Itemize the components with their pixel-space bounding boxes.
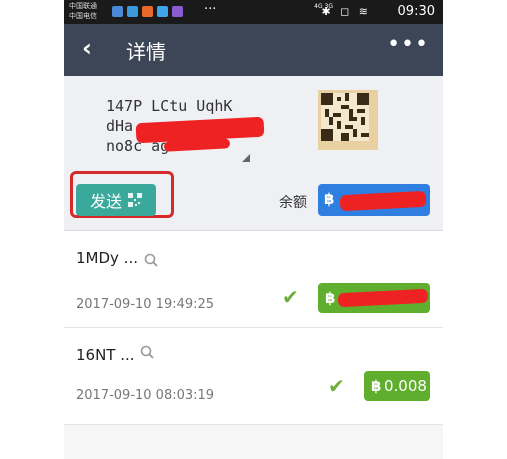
system-icons: ✱ ◻ ≋	[321, 5, 371, 18]
more-notifications: ···	[204, 2, 217, 17]
transaction-id: 16NT ...	[76, 346, 135, 364]
balance-label: 余额	[279, 195, 307, 211]
transaction-id: 1MDy ...	[76, 249, 138, 267]
send-button[interactable]: 发送	[76, 184, 156, 216]
search-icon[interactable]	[144, 253, 158, 267]
wallet-card: 147P LCtu UqhK dHa no8c agF 发送 余额 ฿	[64, 76, 443, 231]
address-line: 147P LCtu UqhK	[106, 97, 233, 115]
carrier-labels: 中国联通 中国电信	[69, 1, 97, 21]
check-icon: ✔	[282, 285, 299, 309]
message-icon	[112, 6, 123, 17]
app-icon	[157, 6, 168, 17]
screenshot-frame: 中国联通 中国电信 ··· 4G 3G ✱ ◻ ≋ 09:30 ‹ 详情 •••…	[0, 0, 507, 459]
qq-icon	[127, 6, 138, 17]
notification-icons	[112, 6, 183, 17]
expand-triangle-icon[interactable]	[242, 154, 250, 162]
balance-button[interactable]: ฿	[318, 184, 430, 216]
transaction-row[interactable]: 1MDy ... 2017-09-10 19:49:25 ✔ ฿	[64, 231, 443, 328]
transaction-row[interactable]: 16NT ... 2017-09-10 08:03:19 ✔ ฿ 0.008	[64, 328, 443, 425]
back-icon[interactable]: ‹	[82, 34, 92, 62]
bitcoin-icon: ฿	[371, 377, 382, 395]
check-icon: ✔	[328, 374, 345, 398]
clock: 09:30	[397, 4, 435, 19]
amount-value: 0.008	[384, 377, 427, 395]
redaction-mark	[339, 190, 427, 212]
search-icon[interactable]	[140, 345, 154, 359]
app-icon	[142, 6, 153, 17]
app-icon	[172, 6, 183, 17]
transaction-date: 2017-09-10 19:49:25	[76, 297, 215, 312]
page-title: 详情	[126, 40, 166, 64]
amount-badge: ฿ 0.008	[364, 371, 430, 401]
send-label: 发送	[89, 192, 122, 211]
qr-code[interactable]	[318, 90, 378, 150]
carrier-2: 中国电信	[69, 12, 97, 20]
app-header: ‹ 详情 •••	[64, 24, 443, 76]
bitcoin-icon: ฿	[324, 190, 335, 208]
bitcoin-icon: ฿	[325, 289, 336, 307]
amount-badge: ฿	[318, 283, 430, 313]
redaction-mark	[337, 288, 429, 308]
more-menu-icon[interactable]: •••	[387, 32, 429, 57]
status-bar: 中国联通 中国电信 ··· 4G 3G ✱ ◻ ≋ 09:30	[64, 0, 443, 24]
phone-screen: 中国联通 中国电信 ··· 4G 3G ✱ ◻ ≋ 09:30 ‹ 详情 •••…	[64, 0, 443, 459]
carrier-1: 中国联通	[69, 2, 97, 10]
qr-scan-icon	[128, 193, 142, 207]
transaction-date: 2017-09-10 08:03:19	[76, 388, 215, 403]
